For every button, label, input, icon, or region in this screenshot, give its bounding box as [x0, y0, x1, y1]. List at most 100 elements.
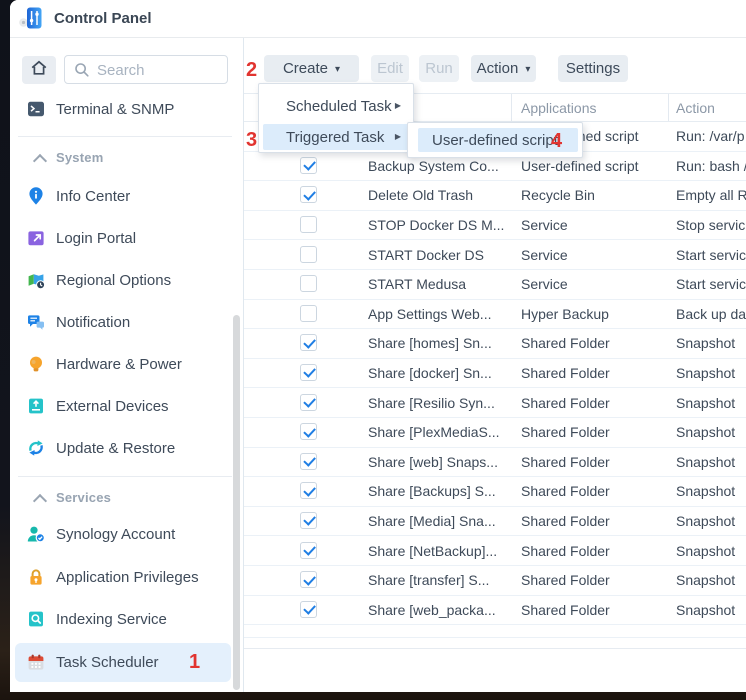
row-checkbox[interactable]	[300, 275, 317, 292]
task-action: Snapshot	[676, 335, 735, 351]
column-header-applications[interactable]: Applications	[521, 100, 597, 116]
task-action: Snapshot	[676, 543, 735, 559]
sidebar-item-label: Info Center	[56, 188, 130, 205]
sidebar-item-indexing-service[interactable]: Indexing Service	[10, 598, 243, 640]
control-panel-icon	[18, 5, 44, 31]
task-application: Service	[521, 247, 568, 263]
sidebar-item-task-scheduler[interactable]: Task Scheduler	[10, 641, 243, 683]
row-checkbox[interactable]	[300, 601, 317, 618]
info-center-icon	[26, 186, 46, 206]
sidebar-item-terminal-snmp[interactable]: Terminal & SNMP	[10, 88, 243, 130]
task-application: Service	[521, 276, 568, 292]
row-checkbox[interactable]	[300, 542, 317, 559]
table-row[interactable]: Share [web] Snaps... Shared Folder Snaps…	[244, 448, 746, 478]
task-action: Snapshot	[676, 395, 735, 411]
terminal-icon	[26, 99, 46, 119]
row-checkbox[interactable]	[300, 512, 317, 529]
task-name: STOP Docker DS M...	[368, 217, 504, 233]
table-row[interactable]: START Medusa Service Start servic	[244, 270, 746, 300]
row-checkbox[interactable]	[300, 305, 317, 322]
create-button-label: Create	[283, 60, 328, 77]
sidebar-item-login-portal[interactable]: Login Portal	[10, 217, 243, 259]
row-checkbox[interactable]	[300, 453, 317, 470]
submenu-arrow-icon: ▶	[395, 101, 401, 110]
task-name: Share [homes] Sn...	[368, 335, 492, 351]
column-separator	[511, 94, 512, 121]
search-box[interactable]	[64, 55, 228, 84]
external-devices-icon	[26, 396, 46, 416]
table-row[interactable]: Share [Resilio Syn... Shared Folder Snap…	[244, 388, 746, 418]
table-row[interactable]: App Settings Web... Hyper Backup Back up…	[244, 300, 746, 330]
edit-button[interactable]: Edit	[371, 55, 409, 82]
sidebar-item-update-restore[interactable]: Update & Restore	[10, 427, 243, 469]
task-table: User-defined script Run: /var/p Backup S…	[244, 122, 746, 625]
menu-item-triggered-task[interactable]: Triggered Task ▶	[263, 124, 409, 150]
table-row[interactable]: Share [docker] Sn... Shared Folder Snaps…	[244, 359, 746, 389]
menu-item-label: Scheduled Task	[286, 98, 392, 115]
menu-item-scheduled-task[interactable]: Scheduled Task ▶	[263, 93, 409, 119]
row-checkbox[interactable]	[300, 394, 317, 411]
row-checkbox[interactable]	[300, 364, 317, 381]
sidebar-item-regional-options[interactable]: Regional Options	[10, 259, 243, 301]
settings-button[interactable]: Settings	[558, 55, 628, 82]
task-action: Run: bash /	[676, 158, 746, 174]
row-checkbox[interactable]	[300, 334, 317, 351]
task-name: Delete Old Trash	[368, 187, 473, 203]
sidebar-item-synology-account[interactable]: Synology Account	[10, 513, 243, 555]
create-button[interactable]: Create ▾	[264, 55, 359, 82]
row-checkbox[interactable]	[300, 246, 317, 263]
table-row[interactable]: Delete Old Trash Recycle Bin Empty all R	[244, 181, 746, 211]
row-checkbox[interactable]	[300, 157, 317, 174]
task-name: START Docker DS	[368, 247, 484, 263]
desktop: { "header": { "title": "Control Panel" }…	[0, 0, 746, 700]
task-scheduler-icon	[26, 652, 46, 672]
task-name: Share [NetBackup]...	[368, 543, 497, 559]
sidebar-scrollbar[interactable]	[233, 315, 240, 690]
table-row[interactable]: START Docker DS Service Start servic	[244, 240, 746, 270]
task-application: Shared Folder	[521, 395, 610, 411]
column-header-action[interactable]: Action	[676, 100, 715, 116]
row-checkbox[interactable]	[300, 186, 317, 203]
task-application: Recycle Bin	[521, 187, 595, 203]
menu-item-label: Triggered Task	[286, 129, 384, 146]
task-application: Shared Folder	[521, 572, 610, 588]
row-checkbox[interactable]	[300, 216, 317, 233]
sidebar-item-info-center[interactable]: Info Center	[10, 175, 243, 217]
annotation-1: 1	[189, 652, 200, 672]
home-button[interactable]	[22, 56, 56, 84]
table-row[interactable]: Share [transfer] S... Shared Folder Snap…	[244, 566, 746, 596]
table-row[interactable]: Share [homes] Sn... Shared Folder Snapsh…	[244, 329, 746, 359]
run-button[interactable]: Run	[419, 55, 459, 82]
table-row[interactable]: Share [NetBackup]... Shared Folder Snaps…	[244, 536, 746, 566]
sidebar-section-system[interactable]: System	[10, 143, 243, 173]
task-action: Snapshot	[676, 483, 735, 499]
table-row[interactable]: STOP Docker DS M... Service Stop servic	[244, 211, 746, 241]
table-row[interactable]: Share [PlexMediaS... Shared Folder Snaps…	[244, 418, 746, 448]
row-checkbox[interactable]	[300, 423, 317, 440]
edit-button-label: Edit	[377, 60, 403, 77]
annotation-3: 3	[246, 130, 257, 150]
task-name: Share [web_packa...	[368, 602, 496, 618]
table-row[interactable]: Share [Media] Sna... Shared Folder Snaps…	[244, 507, 746, 537]
sidebar-section-services[interactable]: Services	[10, 483, 243, 513]
notification-icon	[26, 312, 46, 332]
row-checkbox[interactable]	[300, 482, 317, 499]
sidebar-item-label: Login Portal	[56, 230, 136, 247]
table-row[interactable]: Share [Backups] S... Shared Folder Snaps…	[244, 477, 746, 507]
task-application: Shared Folder	[521, 335, 610, 351]
sidebar-item-application-privileges[interactable]: Application Privileges	[10, 556, 243, 598]
row-checkbox[interactable]	[300, 571, 317, 588]
run-button-label: Run	[425, 60, 453, 77]
task-action: Start servic	[676, 247, 746, 263]
search-input[interactable]	[95, 57, 224, 84]
create-dropdown-menu: Scheduled Task ▶ Triggered Task ▶	[258, 83, 414, 153]
sidebar-item-external-devices[interactable]: External Devices	[10, 385, 243, 427]
task-application: Shared Folder	[521, 602, 610, 618]
action-button[interactable]: Action ▾	[471, 55, 536, 82]
empty-row-line	[244, 648, 746, 649]
table-row[interactable]: Share [web_packa... Shared Folder Snapsh…	[244, 596, 746, 626]
sidebar-item-hardware-power[interactable]: Hardware & Power	[10, 343, 243, 385]
sidebar-item-notification[interactable]: Notification	[10, 301, 243, 343]
empty-row-line	[244, 637, 746, 638]
task-application: Shared Folder	[521, 454, 610, 470]
